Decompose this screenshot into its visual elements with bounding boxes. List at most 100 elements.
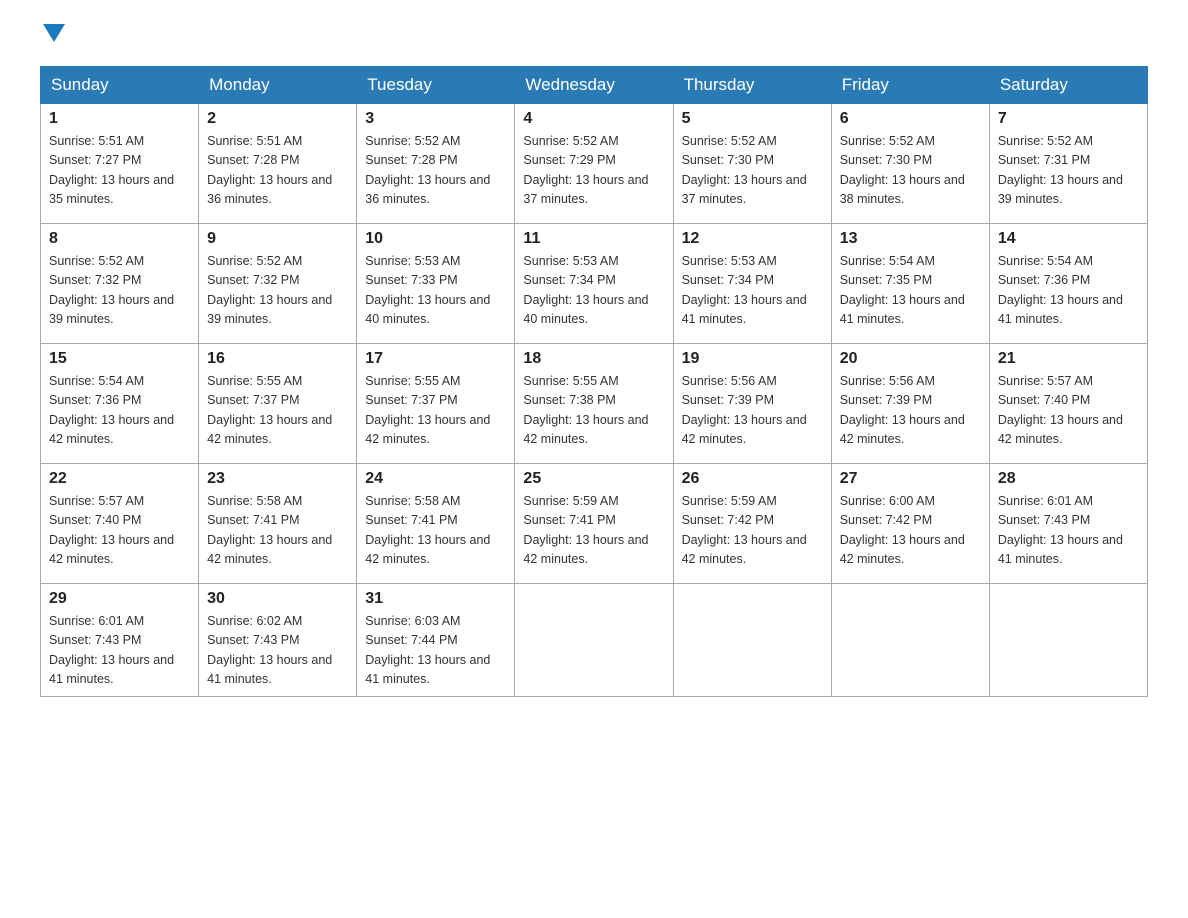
page-header [40,30,1148,46]
day-info: Sunrise: 5:52 AM Sunset: 7:31 PM Dayligh… [998,132,1139,210]
day-number: 26 [682,470,823,488]
calendar-cell: 1 Sunrise: 5:51 AM Sunset: 7:27 PM Dayli… [41,104,199,224]
day-number: 15 [49,350,190,368]
day-number: 23 [207,470,348,488]
day-info: Sunrise: 5:53 AM Sunset: 7:33 PM Dayligh… [365,252,506,330]
day-number: 10 [365,230,506,248]
calendar-cell: 26 Sunrise: 5:59 AM Sunset: 7:42 PM Dayl… [673,464,831,584]
calendar-cell: 30 Sunrise: 6:02 AM Sunset: 7:43 PM Dayl… [199,584,357,697]
day-number: 30 [207,590,348,608]
day-number: 1 [49,110,190,128]
calendar-cell: 19 Sunrise: 5:56 AM Sunset: 7:39 PM Dayl… [673,344,831,464]
day-number: 27 [840,470,981,488]
calendar-cell: 14 Sunrise: 5:54 AM Sunset: 7:36 PM Dayl… [989,224,1147,344]
calendar-cell: 15 Sunrise: 5:54 AM Sunset: 7:36 PM Dayl… [41,344,199,464]
calendar-cell: 17 Sunrise: 5:55 AM Sunset: 7:37 PM Dayl… [357,344,515,464]
day-info: Sunrise: 5:52 AM Sunset: 7:28 PM Dayligh… [365,132,506,210]
day-info: Sunrise: 5:51 AM Sunset: 7:28 PM Dayligh… [207,132,348,210]
calendar-cell: 13 Sunrise: 5:54 AM Sunset: 7:35 PM Dayl… [831,224,989,344]
day-info: Sunrise: 5:54 AM Sunset: 7:36 PM Dayligh… [998,252,1139,330]
calendar-cell: 24 Sunrise: 5:58 AM Sunset: 7:41 PM Dayl… [357,464,515,584]
day-number: 29 [49,590,190,608]
day-info: Sunrise: 5:54 AM Sunset: 7:35 PM Dayligh… [840,252,981,330]
day-number: 22 [49,470,190,488]
logo [40,30,65,46]
day-number: 3 [365,110,506,128]
day-number: 5 [682,110,823,128]
header-row: SundayMondayTuesdayWednesdayThursdayFrid… [41,67,1148,104]
calendar-cell: 31 Sunrise: 6:03 AM Sunset: 7:44 PM Dayl… [357,584,515,697]
day-number: 21 [998,350,1139,368]
day-info: Sunrise: 5:52 AM Sunset: 7:32 PM Dayligh… [49,252,190,330]
calendar-cell: 8 Sunrise: 5:52 AM Sunset: 7:32 PM Dayli… [41,224,199,344]
calendar-cell: 4 Sunrise: 5:52 AM Sunset: 7:29 PM Dayli… [515,104,673,224]
calendar-cell: 28 Sunrise: 6:01 AM Sunset: 7:43 PM Dayl… [989,464,1147,584]
header-day-sunday: Sunday [41,67,199,104]
week-row-3: 15 Sunrise: 5:54 AM Sunset: 7:36 PM Dayl… [41,344,1148,464]
day-number: 4 [523,110,664,128]
day-number: 12 [682,230,823,248]
day-info: Sunrise: 5:52 AM Sunset: 7:32 PM Dayligh… [207,252,348,330]
day-number: 17 [365,350,506,368]
day-number: 20 [840,350,981,368]
day-number: 25 [523,470,664,488]
header-day-wednesday: Wednesday [515,67,673,104]
calendar-cell [673,584,831,697]
day-info: Sunrise: 5:59 AM Sunset: 7:42 PM Dayligh… [682,492,823,570]
day-number: 2 [207,110,348,128]
week-row-2: 8 Sunrise: 5:52 AM Sunset: 7:32 PM Dayli… [41,224,1148,344]
day-info: Sunrise: 5:53 AM Sunset: 7:34 PM Dayligh… [682,252,823,330]
day-number: 31 [365,590,506,608]
calendar-cell: 6 Sunrise: 5:52 AM Sunset: 7:30 PM Dayli… [831,104,989,224]
day-info: Sunrise: 5:58 AM Sunset: 7:41 PM Dayligh… [207,492,348,570]
calendar-header: SundayMondayTuesdayWednesdayThursdayFrid… [41,67,1148,104]
week-row-5: 29 Sunrise: 6:01 AM Sunset: 7:43 PM Dayl… [41,584,1148,697]
day-number: 14 [998,230,1139,248]
day-number: 18 [523,350,664,368]
calendar-cell: 22 Sunrise: 5:57 AM Sunset: 7:40 PM Dayl… [41,464,199,584]
day-info: Sunrise: 5:57 AM Sunset: 7:40 PM Dayligh… [49,492,190,570]
calendar-cell [831,584,989,697]
day-number: 24 [365,470,506,488]
header-day-friday: Friday [831,67,989,104]
day-number: 9 [207,230,348,248]
calendar-cell [989,584,1147,697]
calendar-cell: 27 Sunrise: 6:00 AM Sunset: 7:42 PM Dayl… [831,464,989,584]
week-row-1: 1 Sunrise: 5:51 AM Sunset: 7:27 PM Dayli… [41,104,1148,224]
day-info: Sunrise: 6:01 AM Sunset: 7:43 PM Dayligh… [998,492,1139,570]
calendar-cell: 9 Sunrise: 5:52 AM Sunset: 7:32 PM Dayli… [199,224,357,344]
day-info: Sunrise: 5:55 AM Sunset: 7:37 PM Dayligh… [207,372,348,450]
day-info: Sunrise: 5:59 AM Sunset: 7:41 PM Dayligh… [523,492,664,570]
calendar-cell: 7 Sunrise: 5:52 AM Sunset: 7:31 PM Dayli… [989,104,1147,224]
day-info: Sunrise: 5:52 AM Sunset: 7:30 PM Dayligh… [682,132,823,210]
calendar-cell: 12 Sunrise: 5:53 AM Sunset: 7:34 PM Dayl… [673,224,831,344]
calendar-cell: 16 Sunrise: 5:55 AM Sunset: 7:37 PM Dayl… [199,344,357,464]
calendar-cell: 10 Sunrise: 5:53 AM Sunset: 7:33 PM Dayl… [357,224,515,344]
day-info: Sunrise: 6:03 AM Sunset: 7:44 PM Dayligh… [365,612,506,690]
calendar-cell: 20 Sunrise: 5:56 AM Sunset: 7:39 PM Dayl… [831,344,989,464]
day-info: Sunrise: 5:57 AM Sunset: 7:40 PM Dayligh… [998,372,1139,450]
day-info: Sunrise: 5:58 AM Sunset: 7:41 PM Dayligh… [365,492,506,570]
day-info: Sunrise: 5:55 AM Sunset: 7:38 PM Dayligh… [523,372,664,450]
calendar-body: 1 Sunrise: 5:51 AM Sunset: 7:27 PM Dayli… [41,104,1148,697]
day-number: 16 [207,350,348,368]
day-number: 11 [523,230,664,248]
day-info: Sunrise: 5:53 AM Sunset: 7:34 PM Dayligh… [523,252,664,330]
day-number: 19 [682,350,823,368]
day-info: Sunrise: 5:52 AM Sunset: 7:29 PM Dayligh… [523,132,664,210]
day-number: 28 [998,470,1139,488]
day-number: 6 [840,110,981,128]
day-info: Sunrise: 5:56 AM Sunset: 7:39 PM Dayligh… [840,372,981,450]
calendar-cell: 3 Sunrise: 5:52 AM Sunset: 7:28 PM Dayli… [357,104,515,224]
logo-triangle-icon [43,24,65,46]
calendar-cell: 25 Sunrise: 5:59 AM Sunset: 7:41 PM Dayl… [515,464,673,584]
day-info: Sunrise: 6:00 AM Sunset: 7:42 PM Dayligh… [840,492,981,570]
header-day-thursday: Thursday [673,67,831,104]
week-row-4: 22 Sunrise: 5:57 AM Sunset: 7:40 PM Dayl… [41,464,1148,584]
calendar-cell: 18 Sunrise: 5:55 AM Sunset: 7:38 PM Dayl… [515,344,673,464]
calendar-cell: 21 Sunrise: 5:57 AM Sunset: 7:40 PM Dayl… [989,344,1147,464]
day-info: Sunrise: 5:51 AM Sunset: 7:27 PM Dayligh… [49,132,190,210]
day-number: 7 [998,110,1139,128]
calendar-table: SundayMondayTuesdayWednesdayThursdayFrid… [40,66,1148,697]
day-info: Sunrise: 5:55 AM Sunset: 7:37 PM Dayligh… [365,372,506,450]
